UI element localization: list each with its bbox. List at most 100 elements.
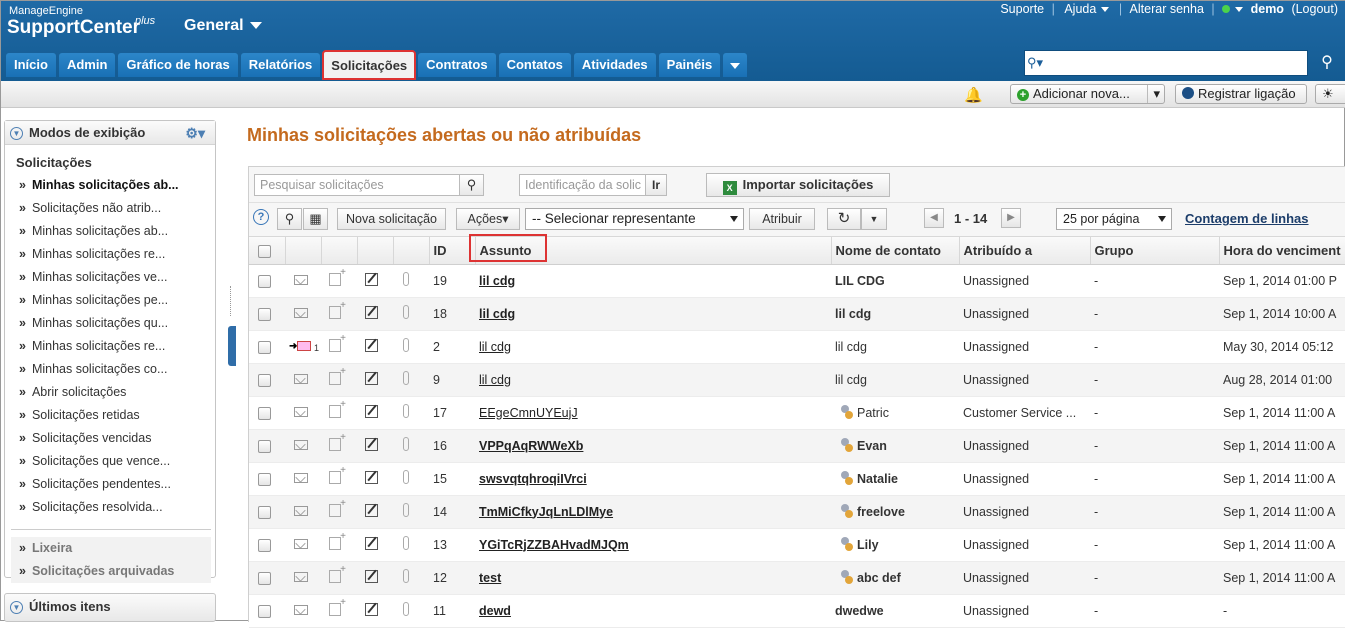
- sidebar-item[interactable]: » Solicitações retidas: [5, 404, 215, 427]
- table-row[interactable]: 15 swsvqtqhroqiIVrci Natalie Unassigned-Sep…: [249, 462, 1345, 496]
- sidebar-item[interactable]: » Solicitações pendentes...: [5, 473, 215, 496]
- register-call-button[interactable]: Registrar ligação: [1175, 84, 1307, 104]
- attachment-icon[interactable]: [403, 569, 409, 583]
- table-row[interactable]: 14 TmMiCfkyJqLnLDlMye freelove Unassigned-S…: [249, 495, 1345, 529]
- col-header-contact[interactable]: Nome de contato: [831, 237, 960, 265]
- column-chooser-icon[interactable]: ▦: [303, 208, 328, 230]
- table-row[interactable]: 16 VPPqAqRWWeXb Evan Unassigned-Sep 1, 2014…: [249, 429, 1345, 463]
- edit-icon[interactable]: [365, 371, 378, 385]
- edit-icon[interactable]: [365, 404, 378, 418]
- recent-items-panel[interactable]: ▼ Últimos itens: [4, 593, 216, 622]
- add-note-icon[interactable]: [329, 300, 346, 319]
- tab-atividades[interactable]: Atividades: [573, 53, 656, 77]
- add-note-icon[interactable]: [329, 366, 346, 385]
- subject-link[interactable]: test: [479, 571, 501, 585]
- table-row[interactable]: 12 test abc def Unassigned-Sep 1, 2014 11:0…: [249, 561, 1345, 595]
- panel-splitter[interactable]: [230, 286, 232, 316]
- sidebar-item[interactable]: » Minhas solicitações ve...: [5, 266, 215, 289]
- mail-icon[interactable]: [294, 307, 308, 318]
- attachment-icon[interactable]: [403, 338, 409, 352]
- subject-link[interactable]: lil cdg: [479, 274, 515, 288]
- previous-page-button[interactable]: ◀: [924, 208, 946, 230]
- add-note-icon[interactable]: [329, 531, 346, 550]
- mail-icon[interactable]: [294, 406, 308, 417]
- mail-icon[interactable]: [294, 373, 308, 384]
- attachment-icon[interactable]: [403, 305, 409, 319]
- advanced-search-icon[interactable]: ⚲: [1313, 50, 1341, 76]
- edit-icon[interactable]: [365, 503, 378, 517]
- subject-link[interactable]: lil cdg: [479, 373, 511, 387]
- mail-icon[interactable]: [294, 472, 308, 483]
- mail-icon[interactable]: [294, 439, 308, 450]
- col-header-group[interactable]: Grupo: [1090, 237, 1220, 265]
- search-go-button[interactable]: Ir: [1282, 50, 1308, 76]
- sidebar-item[interactable]: » Minhas solicitações ab...: [5, 174, 215, 197]
- tab-contratos[interactable]: Contratos: [418, 53, 496, 77]
- tab-paineis[interactable]: Painéis: [658, 53, 721, 77]
- subject-link[interactable]: TmMiCfkyJqLnLDlMye: [479, 505, 613, 519]
- row-checkbox[interactable]: [258, 538, 271, 552]
- edit-icon[interactable]: [365, 470, 378, 484]
- col-header-due[interactable]: Hora do venciment: [1219, 237, 1345, 265]
- mail-reply-icon[interactable]: ➜: [289, 340, 311, 352]
- refresh-icon[interactable]: ↻: [827, 208, 861, 230]
- new-request-button[interactable]: Nova solicitação: [337, 208, 446, 230]
- attachment-icon[interactable]: [403, 371, 409, 385]
- user-name[interactable]: demo: [1251, 2, 1284, 16]
- search-requests-input[interactable]: Pesquisar solicitações: [254, 174, 460, 196]
- sidebar-item[interactable]: » Solicitações não atrib...: [5, 197, 215, 220]
- table-row[interactable]: 9 lil cdg lil cdg Unassigned-Aug 28, 2014 0…: [249, 363, 1345, 397]
- more-tabs-button[interactable]: [723, 53, 748, 77]
- attachment-icon[interactable]: [403, 437, 409, 451]
- subject-link[interactable]: VPPqAqRWWeXb: [479, 439, 583, 453]
- edit-icon[interactable]: [365, 338, 378, 352]
- mail-icon[interactable]: [294, 538, 308, 549]
- global-search-input[interactable]: ⚲▾: [1024, 50, 1308, 76]
- chevron-down-icon[interactable]: ▾: [1147, 85, 1160, 103]
- add-note-icon[interactable]: [329, 333, 346, 352]
- help-icon[interactable]: ?: [253, 209, 269, 225]
- search-icon[interactable]: ⚲: [277, 208, 302, 230]
- subject-link[interactable]: YGiTcRjZZBAHvadMJQm: [479, 538, 629, 552]
- support-link[interactable]: Suporte: [1000, 2, 1044, 16]
- logout-link[interactable]: (Logout): [1291, 2, 1338, 16]
- subject-link[interactable]: swsvqtqhroqiIVrci: [479, 472, 587, 486]
- import-requests-button[interactable]: X Importar solicitações: [706, 173, 890, 197]
- collapse-icon[interactable]: ▼: [10, 601, 23, 614]
- help-menu[interactable]: Ajuda: [1062, 2, 1111, 16]
- search-icon[interactable]: ⚲: [459, 174, 484, 196]
- edit-icon[interactable]: [365, 602, 378, 616]
- add-note-icon[interactable]: [329, 399, 346, 418]
- sidebar-item[interactable]: » Solicitações que vence...: [5, 450, 215, 473]
- row-checkbox[interactable]: [258, 406, 271, 420]
- edit-icon[interactable]: [365, 305, 378, 319]
- subject-link[interactable]: lil cdg: [479, 307, 515, 321]
- tab-admin[interactable]: Admin: [58, 53, 116, 77]
- edit-icon[interactable]: [365, 437, 378, 451]
- edit-icon[interactable]: [365, 569, 378, 583]
- tab-grafico-horas[interactable]: Gráfico de horas: [118, 53, 238, 77]
- add-note-icon[interactable]: [329, 432, 346, 451]
- sidebar-item[interactable]: » Minhas solicitações co...: [5, 358, 215, 381]
- row-checkbox[interactable]: [258, 373, 271, 387]
- sidebar-item[interactable]: » Solicitações resolvida...: [5, 496, 215, 519]
- sidebar-item[interactable]: » Abrir solicitações: [5, 381, 215, 404]
- workspace-selector[interactable]: General: [184, 17, 262, 35]
- row-checkbox[interactable]: [258, 571, 271, 585]
- edit-icon[interactable]: [365, 272, 378, 286]
- subject-link[interactable]: dewd: [479, 604, 511, 618]
- edit-icon[interactable]: [365, 536, 378, 550]
- actions-button[interactable]: Ações▾: [456, 208, 520, 230]
- bell-icon[interactable]: 🔔: [964, 86, 983, 104]
- attachment-icon[interactable]: [403, 272, 409, 286]
- brand-logo[interactable]: SupportCenter: [7, 17, 140, 39]
- attachment-icon[interactable]: [403, 503, 409, 517]
- table-row[interactable]: 19 lil cdg LIL CDG Unassigned-Sep 1, 2014 0…: [249, 264, 1345, 298]
- table-row[interactable]: 18 lil cdg lil cdg Unassigned-Sep 1, 2014 1…: [249, 297, 1345, 331]
- per-page-select[interactable]: 25 por página: [1056, 208, 1172, 230]
- change-password-link[interactable]: Alterar senha: [1130, 2, 1204, 16]
- attachment-icon[interactable]: [403, 404, 409, 418]
- alert-button[interactable]: ☀: [1315, 84, 1345, 104]
- col-header-assigned[interactable]: Atribuído a: [959, 237, 1091, 265]
- sidebar-item[interactable]: » Minhas solicitações re...: [5, 243, 215, 266]
